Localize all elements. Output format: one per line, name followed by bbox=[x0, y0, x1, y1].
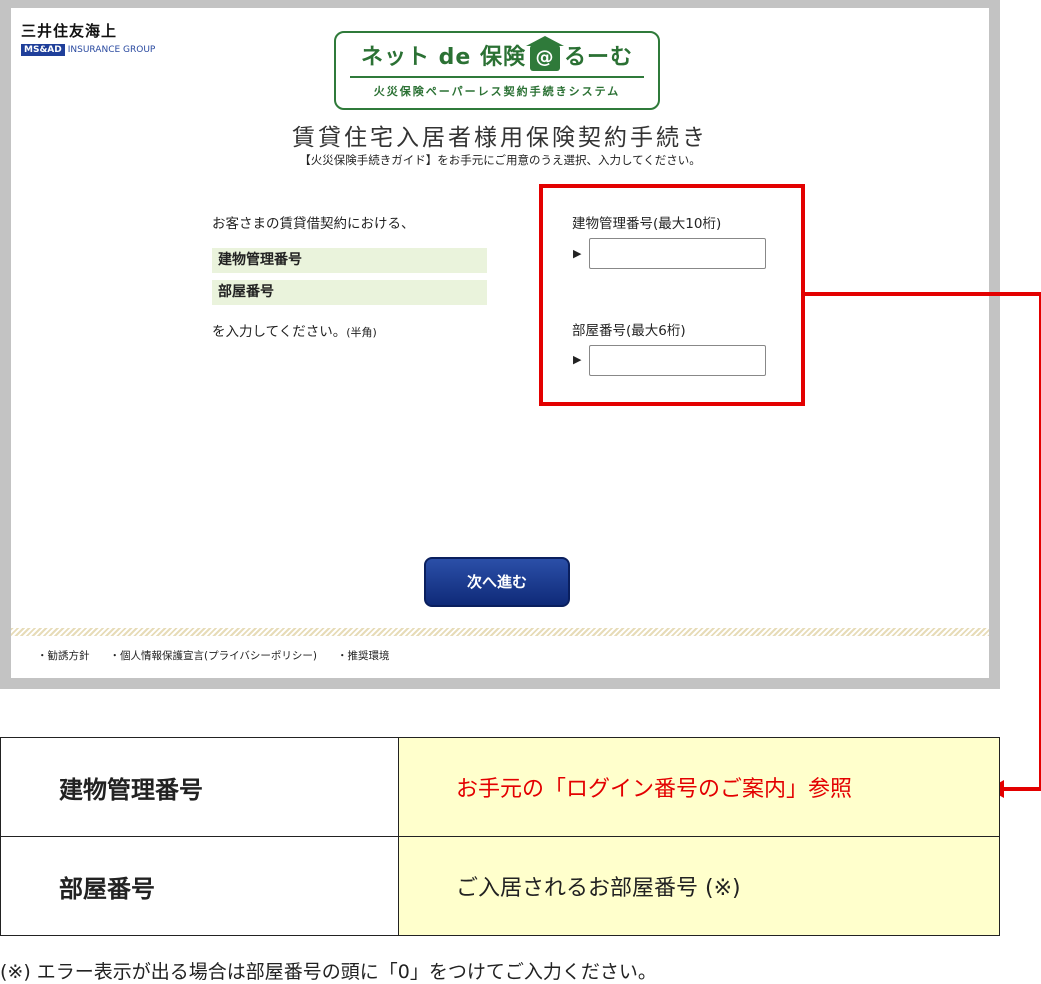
brand-badge: MS&AD bbox=[21, 44, 65, 56]
highlight-room-number: 部屋番号 bbox=[212, 280, 487, 305]
callout-line bbox=[805, 292, 1041, 296]
logo-main: ネット de 保険 @ るーむ bbox=[336, 36, 658, 71]
footer-link-recommended-environment[interactable]: ・推奨環境 bbox=[337, 648, 390, 663]
footer-link-solicitation-policy[interactable]: ・勧誘方針 bbox=[37, 648, 90, 663]
brand-logo: 三井住友海上 MS&AD INSURANCE GROUP bbox=[21, 20, 155, 56]
footer-divider bbox=[11, 628, 989, 636]
table-value-room-number: ご入居されるお部屋番号 (※) bbox=[399, 837, 999, 935]
room-number-input[interactable] bbox=[589, 345, 766, 376]
logo-divider bbox=[350, 76, 644, 78]
footer-links: ・勧誘方針 ・個人情報保護宣言(プライバシーポリシー) ・推奨環境 bbox=[37, 648, 389, 663]
pointer-icon: ▶ bbox=[573, 247, 582, 260]
page-subtitle: 【火災保険手続きガイド】をお手元にご用意のうえ選択、入力してください。 bbox=[299, 153, 701, 167]
logo-subtitle: 火災保険ペーパーレス契約手続きシステム bbox=[373, 85, 621, 98]
building-number-label: 建物管理番号(最大10桁) bbox=[572, 216, 722, 232]
next-button[interactable]: 次へ進む bbox=[424, 557, 570, 607]
intro-lead: お客さまの賃貸借契約における、 bbox=[212, 216, 415, 232]
service-logo: ネット de 保険 @ るーむ 火災保険ペーパーレス契約手続きシステム bbox=[334, 31, 660, 110]
footer-link-privacy-policy[interactable]: ・個人情報保護宣言(プライバシーポリシー) bbox=[110, 648, 317, 663]
footnote: (※) エラー表示が出る場合は部屋番号の頭に「0」をつけてご入力ください。 bbox=[0, 961, 657, 983]
brand-group-text: INSURANCE GROUP bbox=[67, 45, 156, 55]
highlight-building-number: 建物管理番号 bbox=[212, 248, 487, 273]
callout-line bbox=[1000, 787, 1041, 791]
table-label-room-number: 部屋番号 bbox=[1, 837, 399, 935]
table-label-building-number: 建物管理番号 bbox=[1, 738, 399, 836]
pointer-icon: ▶ bbox=[573, 353, 582, 366]
brand-group: MS&AD INSURANCE GROUP bbox=[21, 44, 155, 56]
logo-main-right: るーむ bbox=[563, 45, 633, 70]
table-row: 部屋番号 ご入居されるお部屋番号 (※) bbox=[1, 836, 999, 935]
reference-table: 建物管理番号 お手元の「ログイン番号のご案内」参照 部屋番号 ご入居されるお部屋… bbox=[0, 737, 1000, 936]
table-value-building-number: お手元の「ログイン番号のご案内」参照 bbox=[399, 738, 999, 836]
building-number-input[interactable] bbox=[589, 238, 766, 269]
brand-name: 三井住友海上 bbox=[21, 22, 118, 40]
instruction-note: (半角) bbox=[346, 326, 377, 339]
logo-main-left: ネット de 保険 bbox=[360, 45, 526, 70]
room-number-label: 部屋番号(最大6桁) bbox=[572, 323, 686, 339]
page-title: 賃貸住宅入居者様用保険契約手続き bbox=[292, 125, 708, 151]
instruction-text: を入力してください。 bbox=[212, 324, 347, 340]
input-instruction: を入力してください。(半角) bbox=[212, 320, 377, 340]
table-row: 建物管理番号 お手元の「ログイン番号のご案内」参照 bbox=[1, 738, 999, 836]
house-icon: @ bbox=[525, 36, 564, 71]
